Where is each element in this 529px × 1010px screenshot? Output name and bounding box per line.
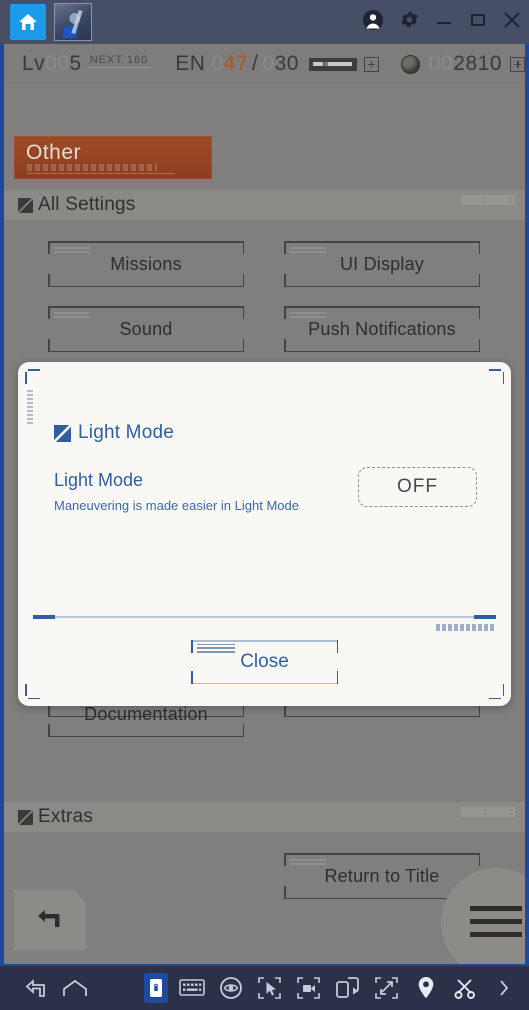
home-tab[interactable] xyxy=(10,4,46,40)
dialog-divider xyxy=(33,616,496,618)
banner-subtitle-deco xyxy=(27,164,157,171)
level-value: 5 xyxy=(70,52,82,76)
light-mode-row-description: Maneuvering is made easier in Light Mode xyxy=(54,498,299,513)
energy-bar-icon xyxy=(309,58,357,71)
maximize-icon xyxy=(469,11,487,34)
button-label: UI Display xyxy=(340,254,424,275)
add-energy-button[interactable] xyxy=(364,57,379,72)
dialog-mark-icon xyxy=(54,425,71,442)
level-label: Lv xyxy=(22,52,45,76)
energy-value: 47 xyxy=(224,52,248,76)
game-tab[interactable] xyxy=(54,3,92,41)
ui-display-button[interactable]: UI Display xyxy=(284,241,480,287)
dialog-corner-bottom-right xyxy=(489,684,504,699)
banner-underline xyxy=(27,173,175,174)
account-icon xyxy=(362,9,384,36)
energy-max-value: 30 xyxy=(275,52,299,76)
energy-max-pad: 0 xyxy=(262,52,274,76)
minimize-icon xyxy=(435,11,453,34)
dialog-corner-bottom-left xyxy=(25,684,40,699)
energy-label: EN xyxy=(175,52,205,76)
energy-separator: / xyxy=(252,52,258,76)
section-header-all-settings: All Settings xyxy=(4,190,525,220)
dialog-close-button[interactable]: Close xyxy=(191,640,338,684)
nav-scissors-icon[interactable] xyxy=(445,965,484,1010)
close-button-label: Close xyxy=(240,651,289,673)
dialog-title: Light Mode xyxy=(78,422,174,444)
nav-eye-icon[interactable] xyxy=(211,965,250,1010)
add-currency-button[interactable] xyxy=(510,57,525,72)
currency-value: 2810 xyxy=(453,52,502,76)
section-mark-icon xyxy=(18,198,33,213)
account-button[interactable] xyxy=(355,0,391,44)
maximize-button[interactable] xyxy=(461,0,495,44)
button-label: Push Notifications xyxy=(308,319,456,340)
currency-icon xyxy=(401,55,420,74)
dialog-vertical-deco xyxy=(27,390,33,424)
missions-button[interactable]: Missions xyxy=(48,241,244,287)
button-tag-deco xyxy=(290,310,326,318)
button-label: Return to Title xyxy=(324,866,439,887)
energy-pad: 0 xyxy=(211,52,223,76)
section-label: All Settings xyxy=(38,194,135,216)
nav-fullscreen-icon[interactable] xyxy=(367,965,406,1010)
currency-pad: 00 xyxy=(429,52,453,76)
nav-back-icon[interactable] xyxy=(16,965,55,1010)
nav-home-icon[interactable] xyxy=(55,965,94,1010)
button-label: Sound xyxy=(119,319,172,340)
close-button[interactable] xyxy=(495,0,529,44)
light-mode-toggle[interactable]: OFF xyxy=(358,467,477,507)
gear-icon xyxy=(399,9,420,35)
dialog-corner-top-right xyxy=(489,369,504,384)
nav-keyboard-icon[interactable] xyxy=(172,965,211,1010)
section-header-extras: Extras xyxy=(4,802,525,832)
sound-button[interactable]: Sound xyxy=(48,306,244,352)
light-mode-dialog: Light Mode Light Mode Maneuvering is mad… xyxy=(18,362,511,706)
button-label: Missions xyxy=(110,254,182,275)
nav-cursor-icon[interactable] xyxy=(250,965,289,1010)
nav-location-icon[interactable] xyxy=(406,965,445,1010)
button-label: Documentation xyxy=(84,704,208,725)
back-arrow-icon xyxy=(33,904,67,937)
emulator-navbar xyxy=(0,964,529,1009)
page-title: Other xyxy=(26,141,81,165)
light-mode-row-label: Light Mode xyxy=(54,470,143,491)
button-tag-deco xyxy=(54,245,90,253)
back-button[interactable] xyxy=(14,890,86,950)
settings-button[interactable] xyxy=(391,0,427,44)
house-icon xyxy=(18,13,38,31)
dialog-header: Light Mode xyxy=(54,422,174,444)
toggle-value: OFF xyxy=(397,476,438,498)
button-tag-deco xyxy=(290,857,326,865)
section-deco xyxy=(461,807,515,817)
nav-multi-instance-icon[interactable] xyxy=(328,965,367,1010)
section-label: Extras xyxy=(38,806,93,828)
page-title-banner: Other xyxy=(14,136,212,179)
next-level-label: NEXT 160 xyxy=(87,54,152,68)
push-notifications-button[interactable]: Push Notifications xyxy=(284,306,480,352)
game-viewport: Lv 00 5 NEXT 160 EN 0 47 / 0 30 00 2810 … xyxy=(0,44,529,964)
close-button-tag-deco xyxy=(197,644,235,653)
button-tag-deco xyxy=(54,310,90,318)
nav-phone-lock-icon[interactable] xyxy=(144,973,168,1003)
dialog-corner-top-left xyxy=(25,369,40,384)
dialog-divider-deco xyxy=(436,624,496,631)
close-icon xyxy=(502,10,522,35)
nav-more-icon[interactable] xyxy=(484,965,523,1010)
section-mark-icon xyxy=(18,810,33,825)
minimize-button[interactable] xyxy=(427,0,461,44)
button-tag-deco xyxy=(290,245,326,253)
player-status-bar: Lv 00 5 NEXT 160 EN 0 47 / 0 30 00 2810 xyxy=(4,44,525,84)
section-deco xyxy=(461,195,515,205)
level-pad: 00 xyxy=(45,52,69,76)
emulator-titlebar xyxy=(0,0,529,44)
nav-record-icon[interactable] xyxy=(289,965,328,1010)
